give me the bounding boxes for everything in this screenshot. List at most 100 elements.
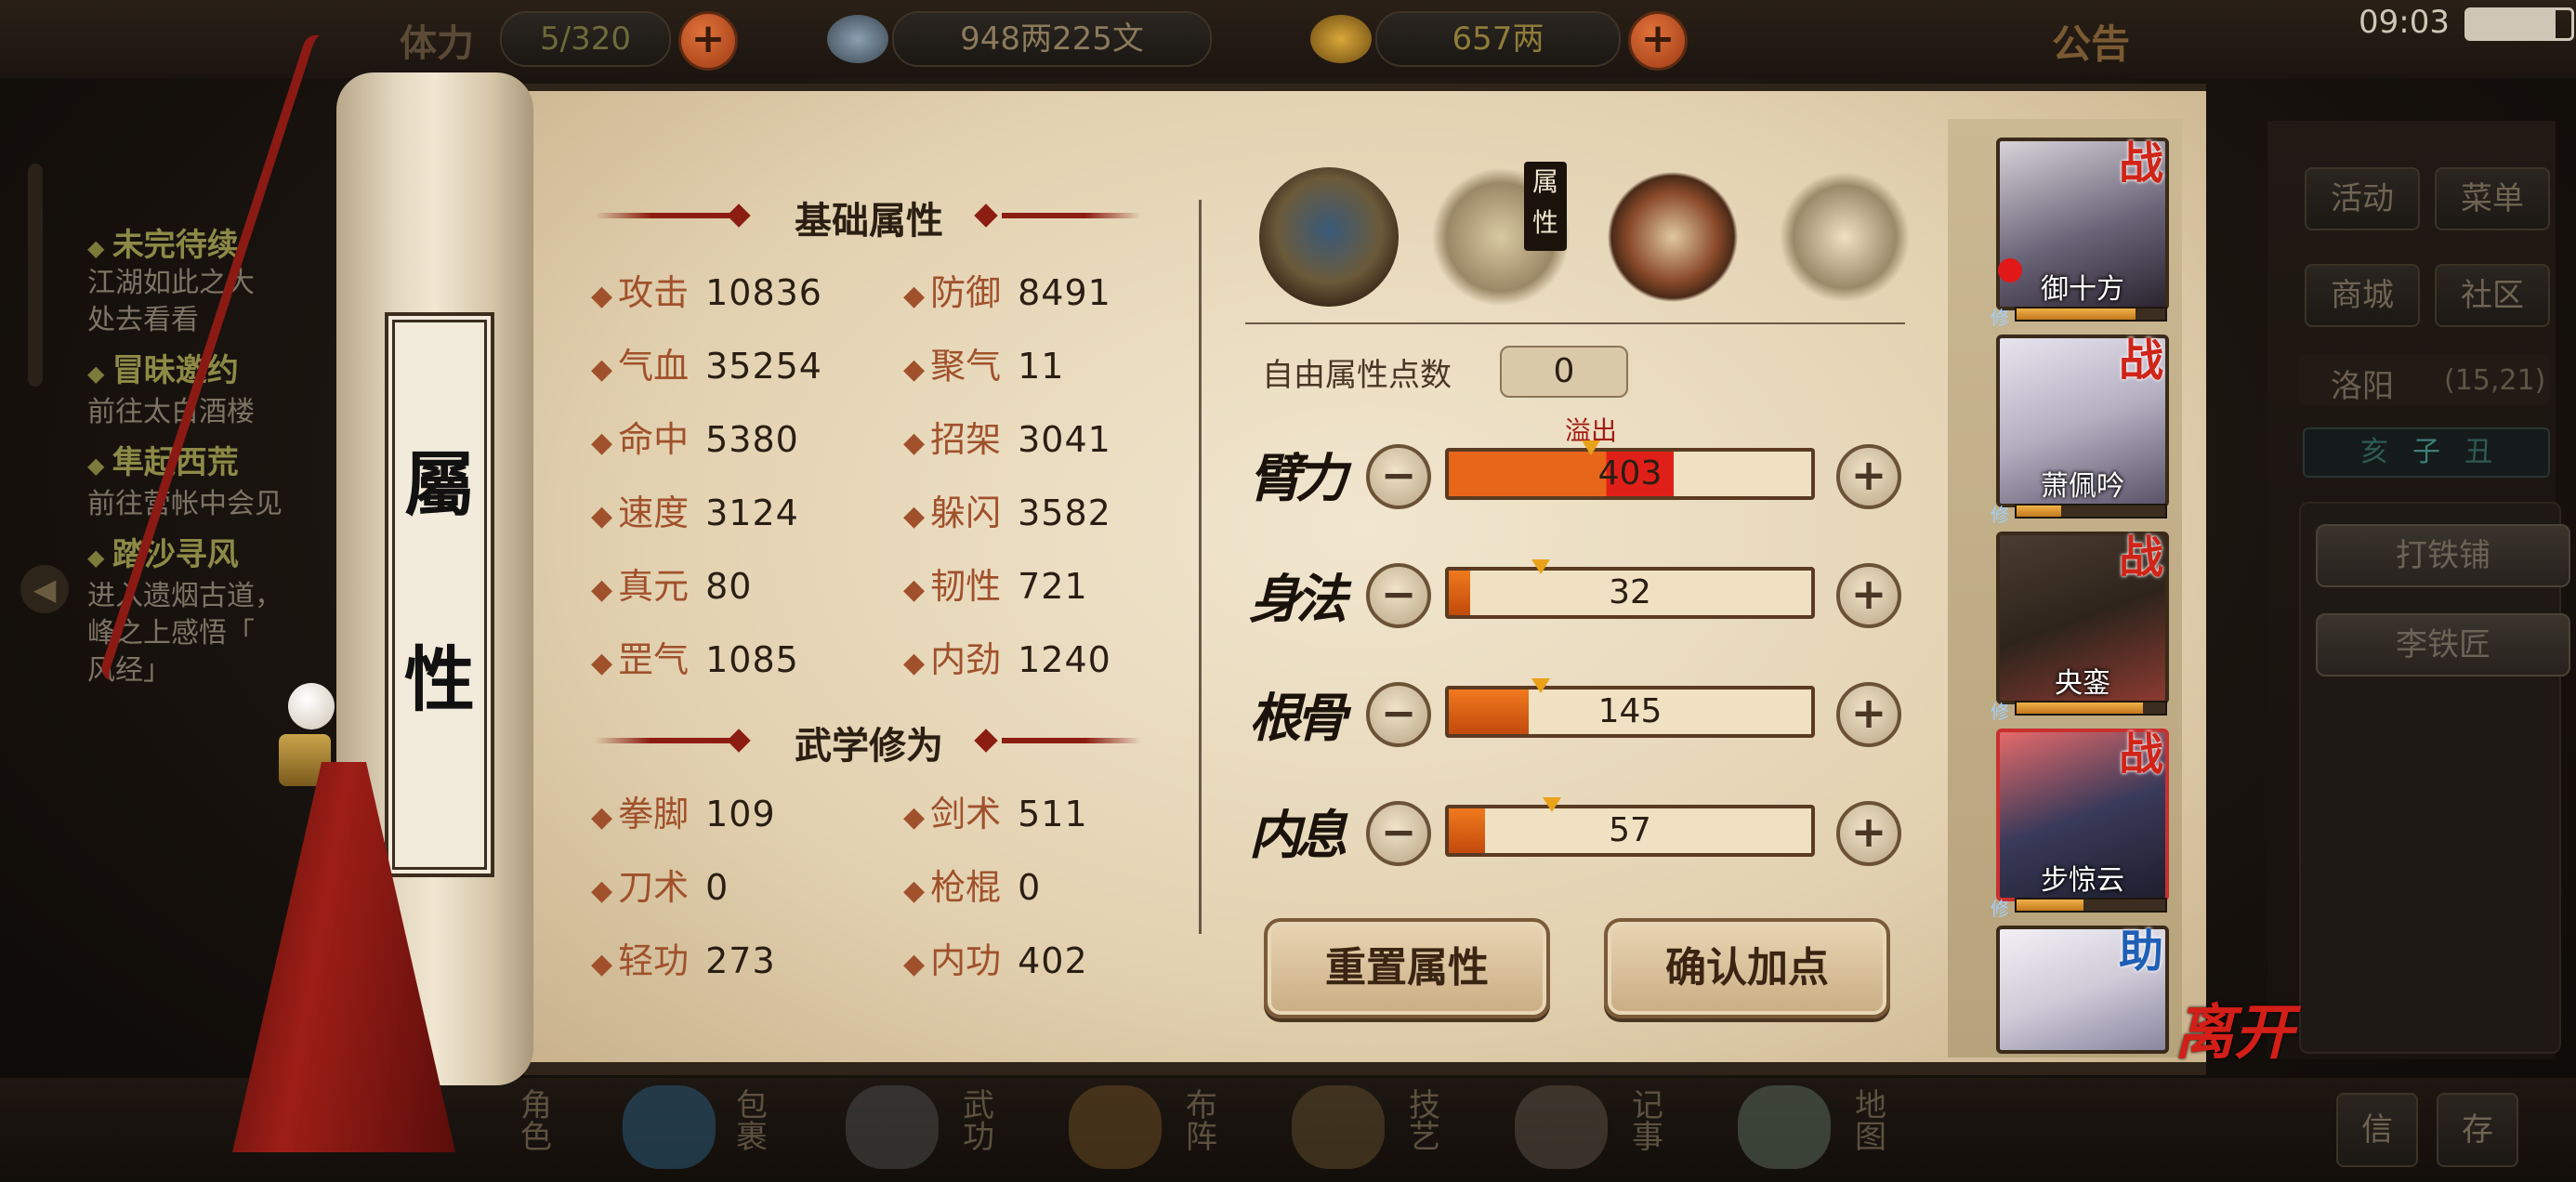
constitution-minus-button[interactable]: −: [1366, 682, 1431, 747]
xp-fill: [2017, 900, 2083, 911]
attributes-tab-icon[interactable]: 属性: [1431, 162, 1571, 307]
npc-blacksmith-shop-button[interactable]: 打铁铺: [2316, 524, 2570, 587]
role-badge: 战: [2119, 532, 2164, 584]
leave-button[interactable]: 离开: [2175, 985, 2293, 1070]
breath-minus-button[interactable]: −: [1366, 801, 1431, 866]
scroll-title-plaque: 屬 性: [385, 312, 494, 877]
attr-constitution-label: 根骨: [1249, 688, 1347, 749]
agility-bar: 32: [1445, 567, 1815, 619]
announcement-button[interactable]: 公告: [2052, 13, 2130, 70]
collapse-arrow-icon[interactable]: ◀: [20, 565, 69, 613]
nav-label: 布阵: [1186, 1087, 1217, 1156]
time-char: 丑: [2464, 436, 2492, 468]
agility-marker-icon: [1531, 559, 1550, 574]
mail-button[interactable]: 信: [2336, 1093, 2418, 1167]
location-name: 洛阳: [2331, 368, 2394, 405]
nav-label: 包裹: [736, 1087, 768, 1156]
stat-spear: ◆ 枪棍 0: [903, 867, 1042, 908]
battery-icon: [2464, 7, 2574, 41]
activity-button[interactable]: 活动: [2305, 167, 2420, 230]
scroll-title-char: 性: [404, 638, 475, 721]
stat-focus: ◆ 聚气 11: [903, 346, 1065, 387]
nav-journal[interactable]: 记事: [1505, 1085, 1691, 1178]
xp-bar: [2015, 307, 2167, 322]
basic-attributes-title: 基础属性: [795, 200, 943, 243]
npc-label: 打铁铺: [2396, 537, 2491, 574]
stat-defense: ◆ 防御 8491: [903, 272, 1111, 313]
xp-bar: [2015, 701, 2167, 716]
breath-marker-icon: [1543, 797, 1561, 812]
reset-attributes-button[interactable]: 重置属性: [1264, 918, 1550, 1018]
breath-plus-button[interactable]: +: [1836, 801, 1901, 866]
stat-dodge: ◆ 躲闪 3582: [903, 492, 1111, 533]
agility-plus-button[interactable]: +: [1836, 563, 1901, 628]
tassel-bead: [288, 683, 335, 729]
npc-label: 李铁匠: [2396, 626, 2491, 663]
shop-button[interactable]: 商城: [2305, 264, 2420, 327]
constitution-value: 145: [1597, 692, 1663, 730]
stat-sword: ◆ 剑术 511: [903, 794, 1088, 834]
location-coords: (15,21): [2444, 364, 2546, 397]
attr-agility-label: 身法: [1249, 569, 1347, 630]
breath-bar: 57: [1445, 805, 1815, 857]
nav-martial-arts[interactable]: 武功: [836, 1085, 1022, 1178]
nav-label: 地图: [1855, 1087, 1886, 1156]
crafting-icon: [1292, 1085, 1385, 1169]
xp-fill: [2017, 703, 2143, 714]
role-badge: 战: [2119, 335, 2164, 387]
stat-parry: ◆ 招架 3041: [903, 419, 1111, 460]
gold-value: 657两: [1375, 11, 1621, 67]
strength-marker-icon: [1582, 440, 1600, 455]
book-icon: [846, 1085, 939, 1169]
quest-title[interactable]: 冒昧邀约: [87, 345, 283, 390]
stat-speed: ◆ 速度 3124: [591, 492, 799, 533]
nav-label: 武功: [963, 1087, 994, 1156]
section-ornament: [1002, 213, 1141, 218]
map-icon: [1738, 1085, 1831, 1169]
nav-label: 记事: [1632, 1087, 1663, 1156]
xp-bar: [2015, 504, 2167, 519]
nav-label: 角色: [520, 1087, 552, 1156]
attr-breath-label: 内息: [1249, 805, 1347, 866]
breath-value: 57: [1609, 811, 1651, 849]
menu-button[interactable]: 菜单: [2435, 167, 2550, 230]
nav-bag[interactable]: 包裹: [613, 1085, 799, 1178]
npc-blacksmith-li-button[interactable]: 李铁匠: [2316, 613, 2570, 676]
bag-icon: [623, 1085, 716, 1169]
add-gold-button[interactable]: +: [1628, 11, 1688, 71]
nav-formation[interactable]: 布阵: [1059, 1085, 1245, 1178]
tab-divider: [1245, 322, 1905, 324]
xp-bar: [2015, 898, 2167, 913]
free-points-value: 0: [1500, 346, 1628, 398]
time-char: 亥: [2360, 436, 2388, 468]
column-divider: [1199, 200, 1202, 934]
nav-map[interactable]: 地图: [1728, 1085, 1914, 1178]
stat-internal: ◆ 内功 402: [903, 940, 1088, 981]
constitution-plus-button[interactable]: +: [1836, 682, 1901, 747]
strength-minus-button[interactable]: −: [1366, 444, 1431, 509]
xp-tag: 修: [1991, 701, 2009, 723]
strength-plus-button[interactable]: +: [1836, 444, 1901, 509]
location-bar: 洛阳 (15,21): [2299, 355, 2550, 405]
stamina-value: 5/320: [500, 11, 671, 67]
meridian-tab-icon[interactable]: [1775, 167, 1914, 307]
save-button[interactable]: 存: [2437, 1093, 2518, 1167]
confirm-points-button[interactable]: 确认加点: [1604, 918, 1890, 1018]
nav-skills[interactable]: 技艺: [1282, 1085, 1468, 1178]
stat-inner-force: ◆ 内劲 1240: [903, 639, 1111, 680]
agility-minus-button[interactable]: −: [1366, 563, 1431, 628]
xp-tag: 修: [1991, 307, 2009, 329]
quest-title[interactable]: 踏沙寻风: [87, 529, 283, 574]
stat-hit: ◆ 命中 5380: [591, 419, 799, 460]
party-member-name: 御十方: [2041, 273, 2124, 306]
stat-fist: ◆ 拳脚 109: [591, 794, 776, 834]
bagua-tab-icon[interactable]: [1603, 167, 1742, 307]
role-badge: 战: [2119, 138, 2164, 190]
bagua-icon: [1069, 1085, 1162, 1169]
time-of-day-dial: 亥 子 丑: [2303, 427, 2550, 478]
stat-attack: ◆ 攻击 10836: [591, 272, 822, 313]
community-button[interactable]: 社区: [2435, 264, 2550, 327]
character-tab-icon[interactable]: [1259, 167, 1399, 307]
attr-strength-label: 臂力: [1249, 448, 1347, 509]
add-stamina-button[interactable]: +: [678, 11, 738, 71]
